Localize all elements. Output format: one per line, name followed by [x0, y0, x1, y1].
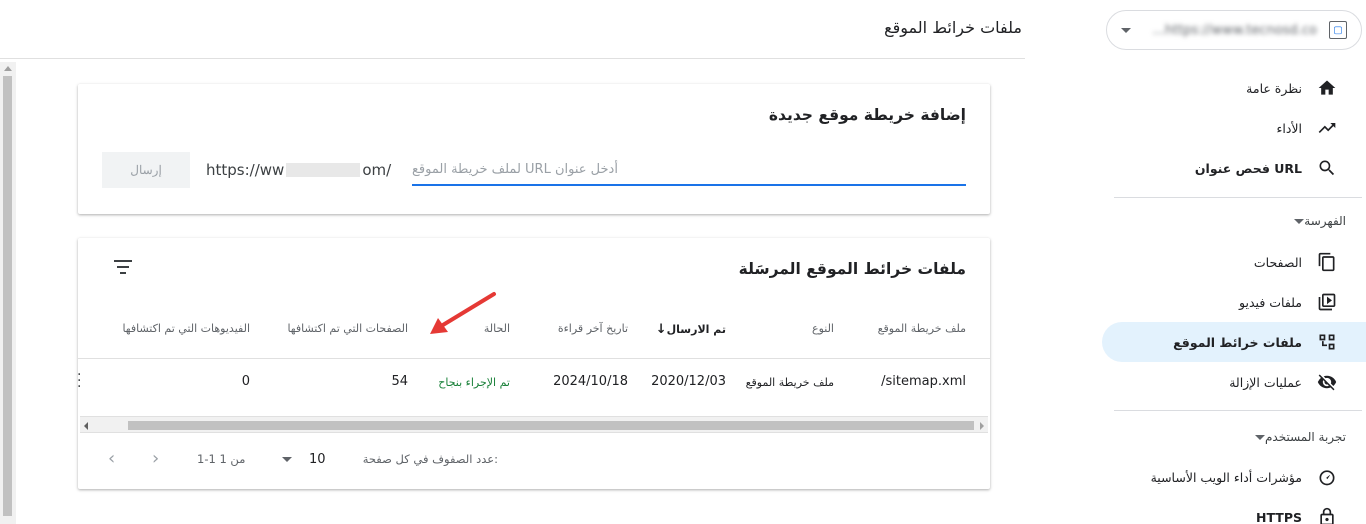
- sidebar-item-pages[interactable]: الصفحات: [1102, 242, 1366, 282]
- chevron-down-icon: [1121, 27, 1131, 33]
- sidebar-item-label: HTTPS: [1256, 509, 1302, 524]
- trending-up-icon: [1316, 117, 1338, 139]
- caret-down-icon: [1254, 434, 1265, 440]
- cell-sitemap[interactable]: /sitemap.xml: [881, 374, 966, 389]
- cell-pages: 54: [391, 374, 408, 389]
- sidebar-item-https[interactable]: HTTPS: [1102, 497, 1366, 524]
- section-label: الفهرسة: [1304, 214, 1346, 228]
- gauge-icon: [1316, 466, 1338, 488]
- sidebar-item-removals[interactable]: عمليات الإزالة: [1102, 362, 1366, 402]
- sidebar: ▢ https://www.tecnosd.co... نظرة عامة ال…: [1086, 0, 1366, 524]
- pages-icon: [1316, 251, 1338, 273]
- column-header-last-read[interactable]: تاريخ آخر قراءة: [558, 322, 628, 335]
- submitted-sitemaps-card: ملفات خرائط الموقع المرسَلة ملف خريطة ال…: [77, 238, 990, 489]
- lock-icon: [1316, 506, 1338, 524]
- sidebar-item-label: عمليات الإزالة: [1229, 374, 1302, 390]
- caret-down-icon: [1294, 218, 1305, 224]
- site-favicon-icon: ▢: [1329, 21, 1347, 39]
- column-header-sitemap[interactable]: ملف خريطة الموقع: [878, 322, 966, 335]
- property-url: https://www.tecnosd.co...: [1152, 22, 1317, 38]
- sidebar-item-label: الأداء: [1276, 120, 1302, 136]
- sidebar-item-url-inspection[interactable]: فحص عنوان URL: [1102, 148, 1366, 188]
- column-header-pages[interactable]: الصفحات التي تم اكتشافها: [287, 322, 408, 335]
- submit-button[interactable]: إرسال: [102, 152, 190, 188]
- last-page-icon[interactable]: ‹: [108, 448, 115, 469]
- sidebar-item-sitemaps[interactable]: ملفات خرائط الموقع: [1102, 322, 1366, 362]
- next-page-icon[interactable]: ›: [152, 448, 159, 469]
- sidebar-item-label: الصفحات: [1253, 254, 1302, 270]
- column-header-videos[interactable]: الفيديوهات التي تم اكتشافها: [122, 322, 250, 335]
- sidebar-item-overview[interactable]: نظرة عامة: [1102, 68, 1366, 108]
- sidebar-item-label: ملفات خرائط الموقع: [1173, 334, 1302, 350]
- page-scrollbar[interactable]: [0, 62, 16, 524]
- column-header-submitted[interactable]: ↓تم الارسال: [648, 322, 726, 337]
- property-selector[interactable]: ▢ https://www.tecnosd.co...: [1106, 10, 1362, 50]
- video-icon: [1316, 291, 1338, 313]
- site-url-prefix: https://ww om/: [206, 161, 391, 179]
- sidebar-section-indexing[interactable]: الفهرسة: [1102, 203, 1366, 239]
- sidebar-divider: [1114, 410, 1362, 411]
- pagination-range: 1-1 من 1: [197, 452, 246, 466]
- add-sitemap-title: إضافة خريطة موقع جديدة: [768, 106, 966, 124]
- rows-per-page-label: عدد الصفوف في كل صفحة:: [362, 452, 498, 466]
- url-prefix-start: https://ww: [206, 161, 285, 179]
- more-vert-icon[interactable]: · · ·: [77, 368, 81, 394]
- visibility-off-icon: [1316, 371, 1338, 393]
- redacted-domain: [286, 163, 361, 177]
- rows-per-page-select[interactable]: 10: [309, 452, 326, 467]
- cell-type: ملف خريطة الموقع: [745, 376, 834, 389]
- arrow-down-icon: ↓: [655, 322, 667, 337]
- sidebar-item-label: نظرة عامة: [1246, 80, 1302, 96]
- sidebar-divider: [1114, 197, 1362, 198]
- sidebar-item-label: مؤشرات أداء الويب الأساسية: [1150, 469, 1302, 485]
- table-divider: [78, 358, 990, 359]
- annotation-arrow-icon: [430, 292, 496, 334]
- home-icon: [1316, 77, 1338, 99]
- sidebar-item-label: فحص عنوان URL: [1194, 160, 1302, 176]
- column-header-label: تم الارسال: [666, 323, 726, 336]
- sidebar-item-label: ملفات فيديو: [1239, 294, 1302, 310]
- scrollbar-thumb[interactable]: [128, 421, 974, 430]
- scrollbar-thumb[interactable]: [3, 76, 12, 516]
- sidebar-item-videos[interactable]: ملفات فيديو: [1102, 282, 1366, 322]
- table-horizontal-scrollbar[interactable]: [80, 416, 988, 433]
- sitemap-url-placeholder: أدخل عنوان URL لملف خريطة الموقع: [412, 161, 618, 177]
- cell-submitted: 2020/12/03: [651, 374, 726, 389]
- url-prefix-end: om/: [362, 161, 392, 179]
- sidebar-section-experience[interactable]: تجربة المستخدم: [1102, 419, 1366, 455]
- cell-videos: 0: [241, 374, 250, 389]
- cell-last-read: 2024/10/18: [553, 374, 628, 389]
- sitemap-url-input[interactable]: أدخل عنوان URL لملف خريطة الموقع: [412, 154, 966, 186]
- sitemap-icon: [1316, 331, 1338, 353]
- cell-status: تم الإجراء بنجاح: [438, 376, 510, 389]
- scroll-left-icon[interactable]: [84, 422, 88, 430]
- chevron-down-icon[interactable]: [282, 457, 292, 462]
- search-icon: [1316, 157, 1338, 179]
- column-header-type[interactable]: النوع: [812, 322, 834, 335]
- submitted-sitemaps-title: ملفات خرائط الموقع المرسَلة: [738, 260, 966, 278]
- header-divider: [0, 58, 1025, 59]
- page-title: ملفات خرائط الموقع: [884, 18, 1022, 37]
- sidebar-item-performance[interactable]: الأداء: [1102, 108, 1366, 148]
- filter-icon[interactable]: [114, 258, 136, 276]
- add-sitemap-card: إضافة خريطة موقع جديدة https://ww om/ أد…: [78, 84, 990, 214]
- scroll-right-icon[interactable]: [980, 422, 984, 430]
- section-label: تجربة المستخدم: [1264, 430, 1346, 444]
- sidebar-item-core-web-vitals[interactable]: مؤشرات أداء الويب الأساسية: [1102, 457, 1366, 497]
- scroll-up-icon[interactable]: [4, 66, 12, 71]
